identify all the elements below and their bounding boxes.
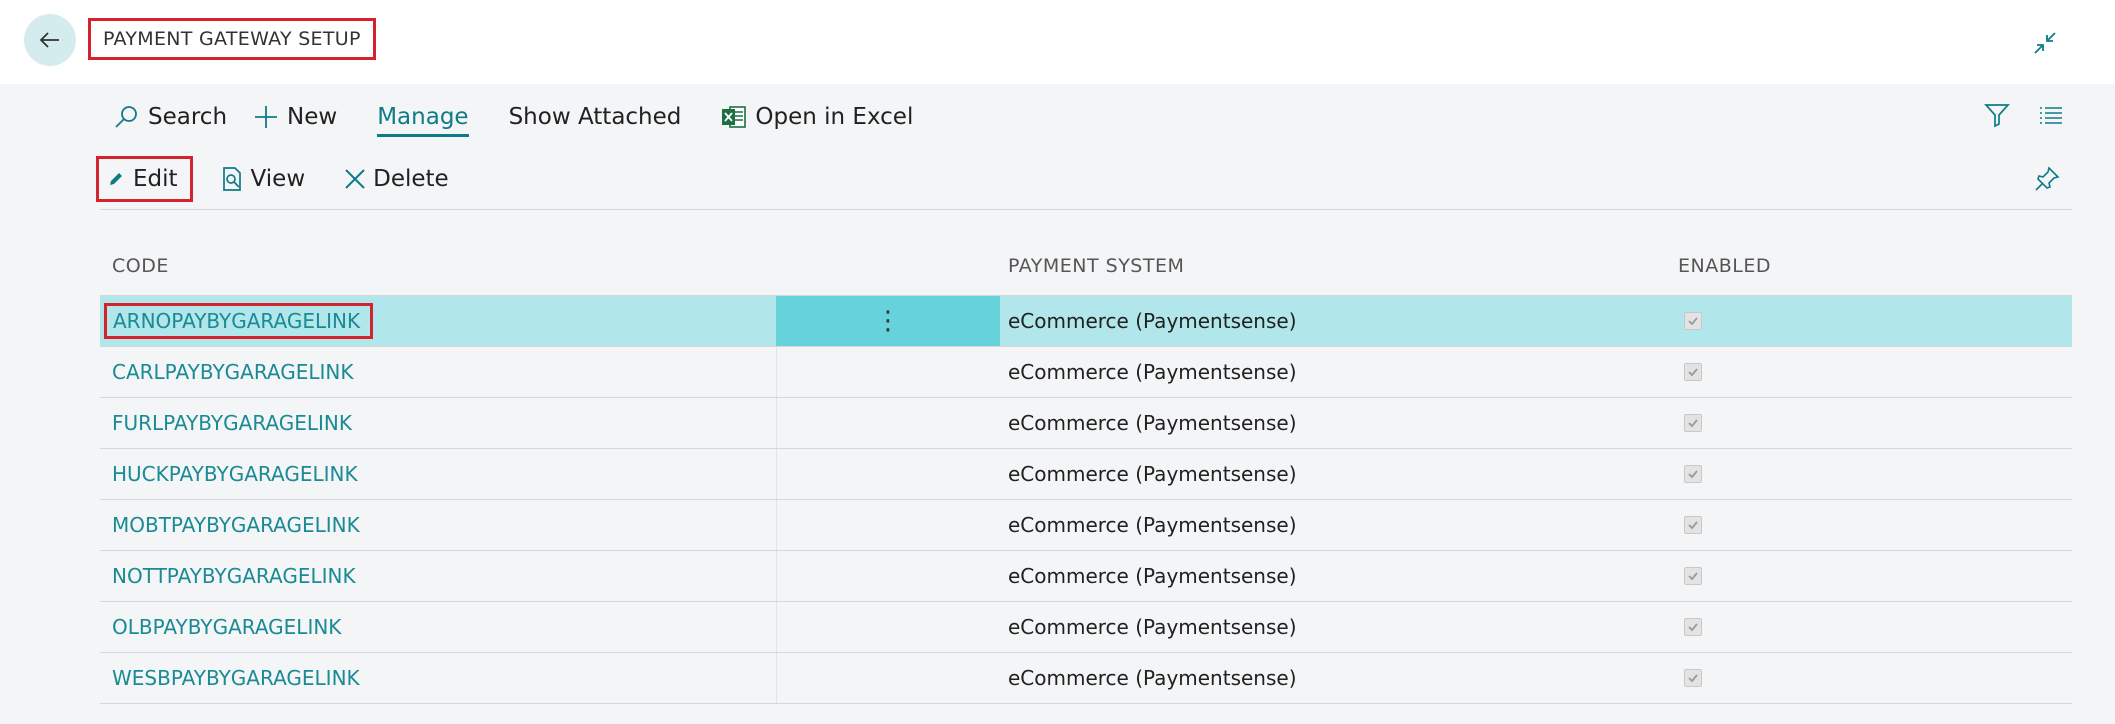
close-icon: [345, 169, 365, 189]
enabled-cell: [1670, 363, 2072, 381]
table-row[interactable]: OLBPAYBYGARAGELINK eCommerce (Paymentsens…: [100, 602, 2072, 653]
enabled-checkbox: [1684, 516, 1702, 534]
enabled-checkbox: [1684, 312, 1702, 330]
payment-system-cell: eCommerce (Paymentsense): [1008, 462, 1297, 486]
enabled-cell: [1670, 414, 2072, 432]
code-link[interactable]: OLBPAYBYGARAGELINK: [112, 615, 341, 639]
code-cell[interactable]: NOTTPAYBYGARAGELINK: [100, 551, 776, 601]
pin-icon: [2035, 166, 2060, 191]
search-button[interactable]: Search: [112, 103, 227, 131]
payment-system-cell: eCommerce (Paymentsense): [1008, 309, 1297, 333]
top-bar: PAYMENT GATEWAY SETUP: [0, 0, 2115, 84]
open-in-excel-label: Open in Excel: [755, 104, 914, 130]
list-icon: [2040, 107, 2062, 124]
enabled-cell: [1670, 618, 2072, 636]
row-menu-cell: [776, 500, 1000, 550]
page-title: PAYMENT GATEWAY SETUP: [88, 18, 376, 60]
code-link[interactable]: MOBTPAYBYGARAGELINK: [112, 513, 360, 537]
tab-manage[interactable]: Manage: [377, 104, 469, 137]
row-menu-cell: [776, 602, 1000, 652]
open-in-excel-button[interactable]: Open in Excel: [721, 104, 913, 130]
enabled-cell: [1670, 516, 2072, 534]
new-label: New: [287, 104, 338, 130]
table-row[interactable]: FURLPAYBYGARAGELINK eCommerce (Paymentsen…: [100, 398, 2072, 449]
delete-button[interactable]: Delete: [343, 166, 449, 192]
delete-label: Delete: [373, 166, 449, 192]
row-menu-button[interactable]: ⋮: [776, 296, 1000, 346]
filter-button[interactable]: [1982, 100, 2012, 130]
column-header-payment-system[interactable]: PAYMENT SYSTEM: [1000, 255, 1670, 277]
enabled-cell: [1670, 465, 2072, 483]
code-link[interactable]: NOTTPAYBYGARAGELINK: [112, 564, 356, 588]
row-menu-cell: [776, 653, 1000, 703]
view-icon: [222, 167, 241, 191]
code-cell[interactable]: OLBPAYBYGARAGELINK: [100, 602, 776, 652]
view-button[interactable]: View: [219, 166, 306, 192]
sub-action-bar: Edit View Delete: [96, 156, 487, 202]
code-cell[interactable]: ARNOPAYBYGARAGELINK: [100, 296, 776, 346]
table-row[interactable]: CARLPAYBYGARAGELINK eCommerce (Paymentsen…: [100, 347, 2072, 398]
pin-button[interactable]: [2032, 164, 2062, 194]
code-cell[interactable]: MOBTPAYBYGARAGELINK: [100, 500, 776, 550]
payment-system-cell: eCommerce (Paymentsense): [1008, 615, 1297, 639]
plus-icon: [255, 106, 278, 128]
edit-button[interactable]: Edit: [96, 156, 193, 202]
row-menu-cell: [776, 551, 1000, 601]
row-menu-cell: [776, 347, 1000, 397]
show-attached-button[interactable]: Show Attached: [509, 104, 682, 130]
enabled-checkbox: [1684, 465, 1702, 483]
search-icon: [115, 106, 137, 128]
collapse-icon: [2034, 32, 2056, 54]
back-button[interactable]: [24, 14, 76, 66]
table-row[interactable]: WESBPAYBYGARAGELINK eCommerce (Paymentsen…: [100, 653, 2072, 704]
new-button[interactable]: New: [253, 104, 337, 130]
enabled-cell: [1670, 669, 2072, 687]
list-view-button[interactable]: [2036, 100, 2066, 130]
code-link[interactable]: CARLPAYBYGARAGELINK: [112, 360, 354, 384]
payment-system-cell: eCommerce (Paymentsense): [1008, 360, 1297, 384]
filter-icon: [1984, 104, 2010, 128]
search-label: Search: [148, 104, 228, 130]
pencil-icon: [110, 173, 122, 185]
table-row[interactable]: MOBTPAYBYGARAGELINK eCommerce (Paymentsen…: [100, 500, 2072, 551]
enabled-checkbox: [1684, 567, 1702, 585]
enabled-checkbox: [1684, 618, 1702, 636]
enabled-cell: [1670, 567, 2072, 585]
payment-system-cell: eCommerce (Paymentsense): [1008, 564, 1297, 588]
row-menu-cell: [776, 449, 1000, 499]
table-row[interactable]: HUCKPAYBYGARAGELINK eCommerce (Paymentsen…: [100, 449, 2072, 500]
edit-label: Edit: [133, 166, 178, 192]
table-row[interactable]: NOTTPAYBYGARAGELINK eCommerce (Paymentsen…: [100, 551, 2072, 602]
code-cell[interactable]: HUCKPAYBYGARAGELINK: [100, 449, 776, 499]
table-body: ARNOPAYBYGARAGELINK ⋮ eCommerce (Paymentse…: [100, 296, 2072, 704]
table-row[interactable]: ARNOPAYBYGARAGELINK ⋮ eCommerce (Paymentse…: [100, 296, 2072, 347]
payment-system-cell: eCommerce (Paymentsense): [1008, 411, 1297, 435]
payment-system-cell: eCommerce (Paymentsense): [1008, 513, 1297, 537]
collapse-button[interactable]: [2030, 28, 2060, 58]
excel-icon: [722, 106, 747, 128]
code-cell[interactable]: CARLPAYBYGARAGELINK: [100, 347, 776, 397]
column-header-code[interactable]: CODE: [100, 255, 776, 277]
enabled-checkbox: [1684, 363, 1702, 381]
action-bar: Search New Manage Show Attached Open in …: [112, 98, 913, 137]
column-header-enabled[interactable]: ENABLED: [1670, 255, 2072, 277]
payment-gateway-table: CODE PAYMENT SYSTEM ENABLED ARNOPAYBYGAR…: [100, 236, 2072, 704]
payment-system-cell: eCommerce (Paymentsense): [1008, 666, 1297, 690]
enabled-checkbox: [1684, 414, 1702, 432]
view-label: View: [250, 166, 306, 192]
code-link[interactable]: ARNOPAYBYGARAGELINK: [104, 303, 374, 339]
code-cell[interactable]: FURLPAYBYGARAGELINK: [100, 398, 776, 448]
row-menu-cell: [776, 398, 1000, 448]
enabled-cell: [1670, 312, 2072, 330]
toolbar-divider: [100, 209, 2072, 210]
enabled-checkbox: [1684, 669, 1702, 687]
code-link[interactable]: WESBPAYBYGARAGELINK: [112, 666, 360, 690]
code-cell[interactable]: WESBPAYBYGARAGELINK: [100, 653, 776, 703]
back-arrow-icon: [39, 32, 59, 48]
code-link[interactable]: FURLPAYBYGARAGELINK: [112, 411, 352, 435]
code-link[interactable]: HUCKPAYBYGARAGELINK: [112, 462, 358, 486]
view-options: [1982, 100, 2066, 130]
column-spacer: [776, 236, 1000, 295]
table-header: CODE PAYMENT SYSTEM ENABLED: [100, 236, 2072, 296]
